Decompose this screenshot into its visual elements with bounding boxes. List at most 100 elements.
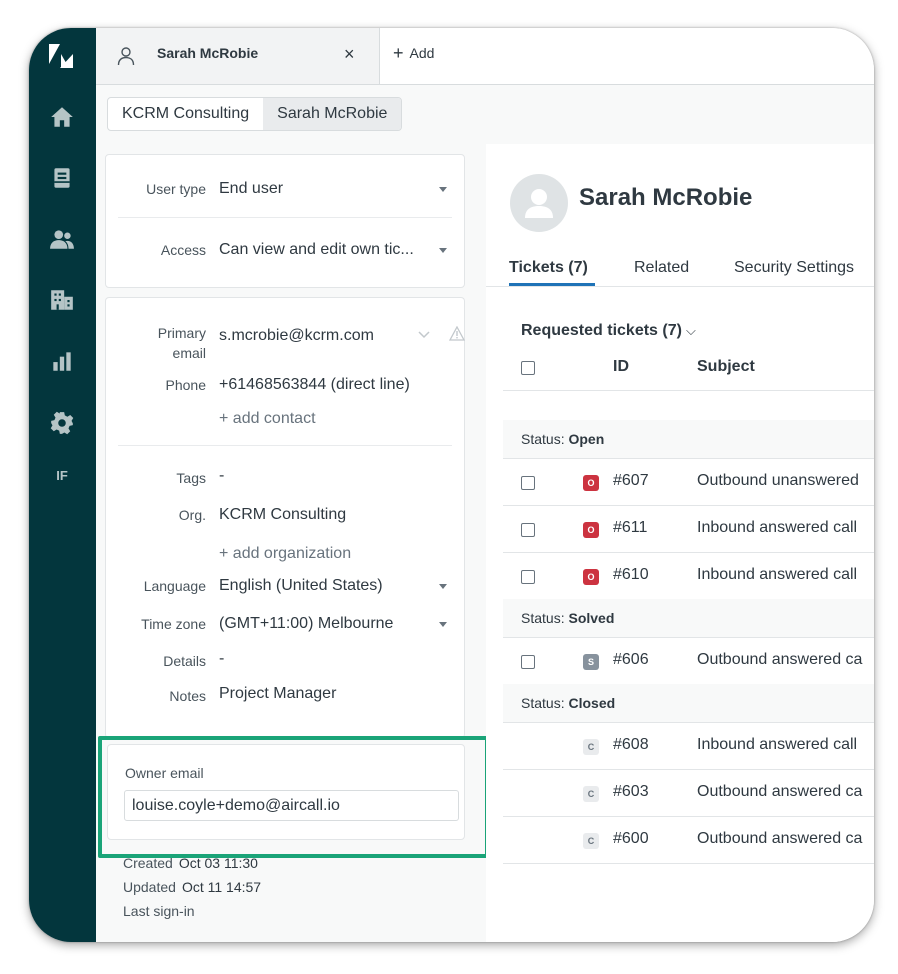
row-checkbox[interactable] [521, 655, 535, 669]
chevron-down-icon[interactable] [439, 584, 447, 589]
table-row[interactable]: O #610 Inbound answered call [503, 553, 874, 600]
breadcrumb-user[interactable]: Sarah McRobie [263, 98, 402, 130]
ticket-subject[interactable]: Outbound answered ca [697, 783, 862, 801]
ticket-id[interactable]: #611 [613, 519, 647, 537]
add-tab-label: Add [409, 45, 435, 61]
active-tab-indicator [509, 283, 595, 286]
ticket-subject[interactable]: Inbound answered call [697, 519, 857, 537]
reporting-icon[interactable] [43, 342, 81, 380]
home-icon[interactable] [43, 98, 81, 136]
add-organization-link[interactable]: + add organization [219, 544, 351, 564]
last-signin-label: Last sign-in [123, 903, 195, 919]
updated-label: Updated [123, 879, 176, 895]
user-type-select[interactable]: End user [219, 179, 283, 199]
language-select[interactable]: English (United States) [219, 576, 383, 596]
column-subject[interactable]: Subject [697, 358, 755, 376]
select-all-checkbox[interactable] [521, 361, 535, 375]
customers-icon[interactable] [43, 220, 81, 258]
chevron-down-icon[interactable] [418, 330, 430, 340]
primary-email-value[interactable]: s.mcrobie@kcrm.com [219, 326, 374, 346]
ticket-subject[interactable]: Inbound answered call [697, 566, 857, 584]
org-value[interactable]: KCRM Consulting [219, 505, 346, 525]
status-group-label: Status: Closed [521, 695, 616, 711]
ticket-id[interactable]: #607 [613, 472, 649, 490]
status-badge: O [583, 569, 599, 585]
organizations-icon[interactable] [43, 281, 81, 319]
tab-related[interactable]: Related [634, 259, 689, 277]
profile-name: Sarah McRobie [579, 184, 753, 211]
warning-icon [449, 326, 465, 341]
user-icon [117, 47, 135, 66]
add-tab-button[interactable]: + Add [393, 43, 434, 64]
status-badge: C [583, 739, 599, 755]
user-details-card: Primary email s.mcrobie@kcrm.com Phone +… [105, 297, 465, 738]
ticket-id[interactable]: #600 [613, 830, 649, 848]
add-contact-link[interactable]: + add contact [219, 409, 316, 429]
zendesk-logo-icon[interactable] [47, 42, 77, 70]
notes-label: Notes [169, 688, 206, 704]
column-id[interactable]: ID [613, 358, 629, 376]
timezone-select[interactable]: (GMT+11:00) Melbourne [219, 614, 393, 634]
row-checkbox[interactable] [521, 570, 535, 584]
details-label: Details [163, 653, 206, 669]
profile-pane: Sarah McRobie Tickets (7) Related Securi… [486, 144, 874, 942]
access-select[interactable]: Can view and edit own tic... [219, 240, 414, 260]
tab-security-settings[interactable]: Security Settings [734, 259, 854, 277]
admin-gear-icon[interactable] [43, 404, 81, 442]
user-properties-pane: User type End user Access Can view and e… [96, 144, 489, 942]
table-row[interactable]: C #603 Outbound answered ca [503, 770, 874, 817]
created-value: Oct 03 11:30 [178, 855, 258, 871]
ticket-id[interactable]: #603 [613, 783, 649, 801]
chevron-down-icon[interactable] [439, 248, 447, 253]
ticket-subject[interactable]: Outbound answered ca [697, 651, 862, 669]
requested-tickets-heading[interactable]: Requested tickets (7) ⌵ [521, 322, 696, 340]
status-badge: C [583, 786, 599, 802]
ticket-subject[interactable]: Inbound answered call [697, 736, 857, 754]
status-group-closed: Status: Closed [503, 684, 874, 723]
owner-email-highlight [98, 736, 489, 858]
created-label: Created [123, 855, 173, 871]
table-row[interactable]: S #606 Outbound answered ca [503, 638, 874, 685]
row-checkbox[interactable] [521, 476, 535, 490]
table-row[interactable]: O #607 Outbound unanswered [503, 459, 874, 506]
user-settings-card: User type End user Access Can view and e… [105, 154, 465, 288]
table-row[interactable]: O #611 Inbound answered call [503, 506, 874, 553]
table-row[interactable]: C #608 Inbound answered call [503, 723, 874, 770]
row-checkbox[interactable] [521, 523, 535, 537]
breadcrumb: KCRM Consulting Sarah McRobie [107, 97, 403, 131]
last-signin-meta: Last sign-in [123, 903, 195, 919]
avatar[interactable] [510, 174, 568, 232]
tab-tickets[interactable]: Tickets (7) [509, 259, 588, 277]
ticket-subject[interactable]: Outbound unanswered [697, 472, 859, 490]
requested-tickets-label: Requested tickets (7) [521, 322, 682, 339]
tab-user-sarah[interactable]: Sarah McRobie × [96, 28, 380, 84]
updated-value: Oct 11 14:57 [181, 879, 262, 895]
breadcrumb-org[interactable]: KCRM Consulting [108, 98, 263, 130]
product-rail: IF [29, 28, 96, 942]
chevron-down-icon[interactable] [439, 622, 447, 627]
status-badge: S [583, 654, 599, 670]
phone-value[interactable]: +61468563844 (direct line) [219, 375, 410, 395]
ticket-id[interactable]: #606 [613, 651, 649, 669]
status-badge: O [583, 522, 599, 538]
notes-value[interactable]: Project Manager [219, 684, 336, 704]
created-meta: Created Oct 03 11:30 [123, 855, 258, 871]
status-group-open: Status: Open [503, 420, 874, 459]
primary-email-label-line2: email [172, 345, 206, 361]
tags-value[interactable]: - [219, 466, 224, 486]
status-badge: C [583, 833, 599, 849]
table-row[interactable]: C #600 Outbound answered ca [503, 817, 874, 864]
updated-meta: Updated Oct 11 14:57 [123, 879, 261, 895]
tickets-table-header: ID Subject [503, 346, 874, 391]
profile-tabs: Tickets (7) Related Security Settings [486, 256, 874, 287]
ticket-id[interactable]: #608 [613, 736, 649, 754]
details-value[interactable]: - [219, 649, 224, 669]
apps-label[interactable]: IF [43, 468, 81, 483]
views-icon[interactable] [43, 159, 81, 197]
ticket-subject[interactable]: Outbound answered ca [697, 830, 862, 848]
divider [118, 217, 452, 218]
user-type-label: User type [146, 181, 206, 197]
close-icon[interactable]: × [344, 44, 355, 65]
chevron-down-icon[interactable] [439, 187, 447, 192]
ticket-id[interactable]: #610 [613, 566, 649, 584]
